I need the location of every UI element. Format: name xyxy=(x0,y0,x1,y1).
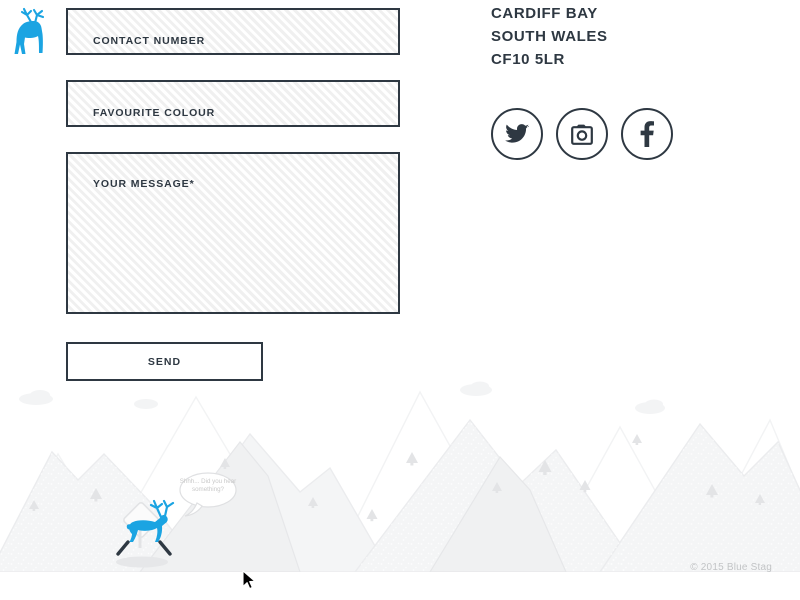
copyright-text: © 2015 Blue Stag xyxy=(690,562,772,573)
favourite-colour-label: FAVOURITE COLOUR xyxy=(93,107,216,119)
contact-number-label: CONTACT NUMBER xyxy=(93,35,206,47)
your-message-label: YOUR MESSAGE* xyxy=(93,178,195,190)
twitter-link[interactable] xyxy=(491,108,543,160)
address-line: SOUTH WALES xyxy=(491,28,608,45)
send-button[interactable]: SEND xyxy=(66,342,263,381)
speech-bubble: Shhh... Did you hear something? xyxy=(178,470,238,520)
address-block: CARDIFF BAY SOUTH WALES CF10 5LR xyxy=(491,2,791,71)
instagram-icon xyxy=(571,124,593,145)
your-message-field[interactable]: YOUR MESSAGE* xyxy=(66,152,400,314)
speech-bubble-text: Shhh... Did you hear something? xyxy=(179,478,237,493)
address-line: CARDIFF BAY xyxy=(491,5,598,22)
social-links xyxy=(491,108,673,160)
facebook-icon xyxy=(640,121,654,147)
contact-page: CONTACT NUMBER FAVOURITE COLOUR YOUR MES… xyxy=(0,0,800,600)
address-line: CF10 5LR xyxy=(491,51,565,68)
twitter-icon xyxy=(505,123,529,145)
contact-form: CONTACT NUMBER FAVOURITE COLOUR YOUR MES… xyxy=(66,8,400,381)
stag-logo-icon[interactable] xyxy=(4,6,56,62)
facebook-link[interactable] xyxy=(621,108,673,160)
send-button-label: SEND xyxy=(147,355,182,368)
favourite-colour-field[interactable]: FAVOURITE COLOUR xyxy=(66,80,400,127)
instagram-link[interactable] xyxy=(556,108,608,160)
contact-number-field[interactable]: CONTACT NUMBER xyxy=(66,8,400,55)
arrow-cursor-icon xyxy=(242,570,258,592)
